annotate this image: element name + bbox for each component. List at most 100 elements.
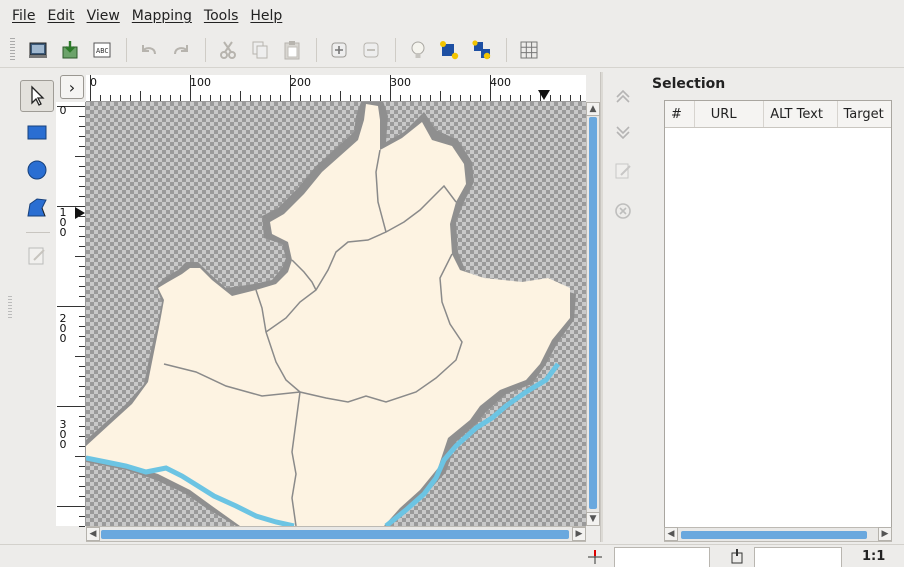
bring-to-front-icon[interactable] (435, 35, 465, 65)
paste-icon[interactable] (277, 35, 307, 65)
menu-edit[interactable]: Edit (41, 6, 80, 26)
ruler-tick (79, 136, 85, 137)
redo-icon[interactable] (166, 35, 196, 65)
polygon-icon (27, 198, 47, 217)
ruler-tick (280, 95, 281, 101)
edit-tool[interactable] (20, 240, 54, 272)
ruler-tick (530, 95, 531, 101)
canvas-horizontal-scrollbar[interactable]: ◀ ▶ (86, 526, 586, 542)
svg-text:ABC: ABC (96, 47, 109, 55)
cut-icon[interactable] (213, 35, 243, 65)
column-url[interactable]: URL (695, 101, 765, 127)
ruler-tick (250, 95, 251, 101)
save-icon[interactable] (55, 35, 85, 65)
x-coordinate-field (614, 547, 710, 567)
ruler-tick (470, 95, 471, 101)
menu-tools[interactable]: Tools (198, 6, 245, 26)
ruler-tick (75, 156, 85, 157)
toolbar-separator (126, 37, 127, 62)
ruler-tick (79, 496, 85, 497)
map-image (86, 102, 576, 526)
panel-splitter[interactable] (600, 72, 603, 542)
menu-file[interactable]: File (6, 6, 41, 26)
panel-grip[interactable] (8, 296, 12, 318)
ruler-tick (79, 266, 85, 267)
menu-view[interactable]: View (81, 6, 126, 26)
select-tool[interactable] (20, 80, 54, 112)
ruler-tick (79, 196, 85, 197)
ruler-tick (79, 426, 85, 427)
ruler-tick (370, 95, 371, 101)
ruler-tick (79, 516, 85, 517)
ruler-tick (450, 95, 451, 101)
polygon-tool[interactable] (20, 192, 54, 224)
ruler-tick (410, 95, 411, 101)
cursor-x-marker-icon (538, 90, 550, 100)
circle-tool[interactable] (20, 154, 54, 186)
ruler-tick (460, 95, 461, 101)
open-project-icon[interactable] (23, 35, 53, 65)
ruler-tick (430, 95, 431, 101)
selection-scroll-thumb[interactable] (681, 531, 867, 539)
canvas-vertical-scroll-thumb[interactable] (589, 117, 597, 509)
ruler-tick (150, 95, 151, 101)
zoom-in-icon[interactable] (324, 35, 354, 65)
status-bar: 1:1 (0, 544, 904, 567)
ruler-tick (330, 95, 331, 101)
expand-button[interactable]: › (60, 75, 84, 99)
ruler-label: 0 (90, 76, 97, 89)
ruler-tick (380, 95, 381, 101)
region-land (86, 104, 570, 526)
scroll-right-arrow-icon[interactable]: ▶ (572, 527, 586, 541)
scroll-left-arrow-icon[interactable]: ◀ (86, 527, 100, 541)
scroll-left-arrow-icon[interactable]: ◀ (664, 527, 678, 541)
image-canvas[interactable] (86, 102, 586, 526)
ruler-tick (320, 95, 321, 101)
scroll-up-arrow-icon[interactable]: ▲ (586, 102, 600, 116)
undo-icon[interactable] (134, 35, 164, 65)
toolbar-separator (395, 37, 396, 62)
ruler-tick (75, 356, 85, 357)
rectangle-tool[interactable] (20, 116, 54, 148)
horizontal-ruler: 0 100 200 300 400 (86, 75, 586, 102)
ruler-label: 300 (390, 76, 411, 89)
column-alt-text[interactable]: ALT Text (764, 101, 838, 127)
grid-icon[interactable] (514, 35, 544, 65)
tip-icon[interactable] (403, 35, 433, 65)
ruler-tick (440, 91, 441, 101)
selection-horizontal-scrollbar[interactable]: ◀ ▶ (664, 527, 892, 542)
selection-table[interactable]: # URL ALT Text Target (664, 100, 892, 528)
image-icon[interactable]: ABC (87, 35, 117, 65)
zoom-out-icon[interactable] (356, 35, 386, 65)
ruler-tick (79, 386, 85, 387)
y-coordinate-field (754, 547, 842, 567)
move-up-icon[interactable] (610, 84, 636, 110)
menu-help[interactable]: Help (244, 6, 288, 26)
ruler-tick (79, 246, 85, 247)
menu-mapping[interactable]: Mapping (126, 6, 198, 26)
ruler-tick (260, 95, 261, 101)
ruler-tick (580, 95, 581, 101)
ruler-tick (79, 436, 85, 437)
edit-area-icon[interactable] (610, 158, 636, 184)
ruler-tick (79, 166, 85, 167)
toolbar-grip[interactable] (10, 37, 15, 62)
column-number[interactable]: # (665, 101, 695, 127)
ruler-tick (79, 116, 85, 117)
scroll-right-arrow-icon[interactable]: ▶ (878, 527, 892, 541)
delete-area-icon[interactable] (610, 198, 636, 224)
ruler-tick (560, 95, 561, 101)
column-target[interactable]: Target (838, 101, 892, 127)
ruler-tick (200, 95, 201, 101)
send-to-back-icon[interactable] (467, 35, 497, 65)
circle-icon (27, 160, 47, 180)
edit-icon (28, 247, 45, 265)
scroll-down-arrow-icon[interactable]: ▼ (586, 512, 600, 526)
ruler-tick (510, 95, 511, 101)
copy-icon[interactable] (245, 35, 275, 65)
canvas-vertical-scrollbar[interactable]: ▲ ▼ (586, 102, 600, 526)
move-down-icon[interactable] (610, 118, 636, 144)
x-coordinate-icon (588, 550, 602, 564)
canvas-horizontal-scroll-thumb[interactable] (101, 530, 569, 539)
selection-table-header: # URL ALT Text Target (665, 101, 891, 128)
